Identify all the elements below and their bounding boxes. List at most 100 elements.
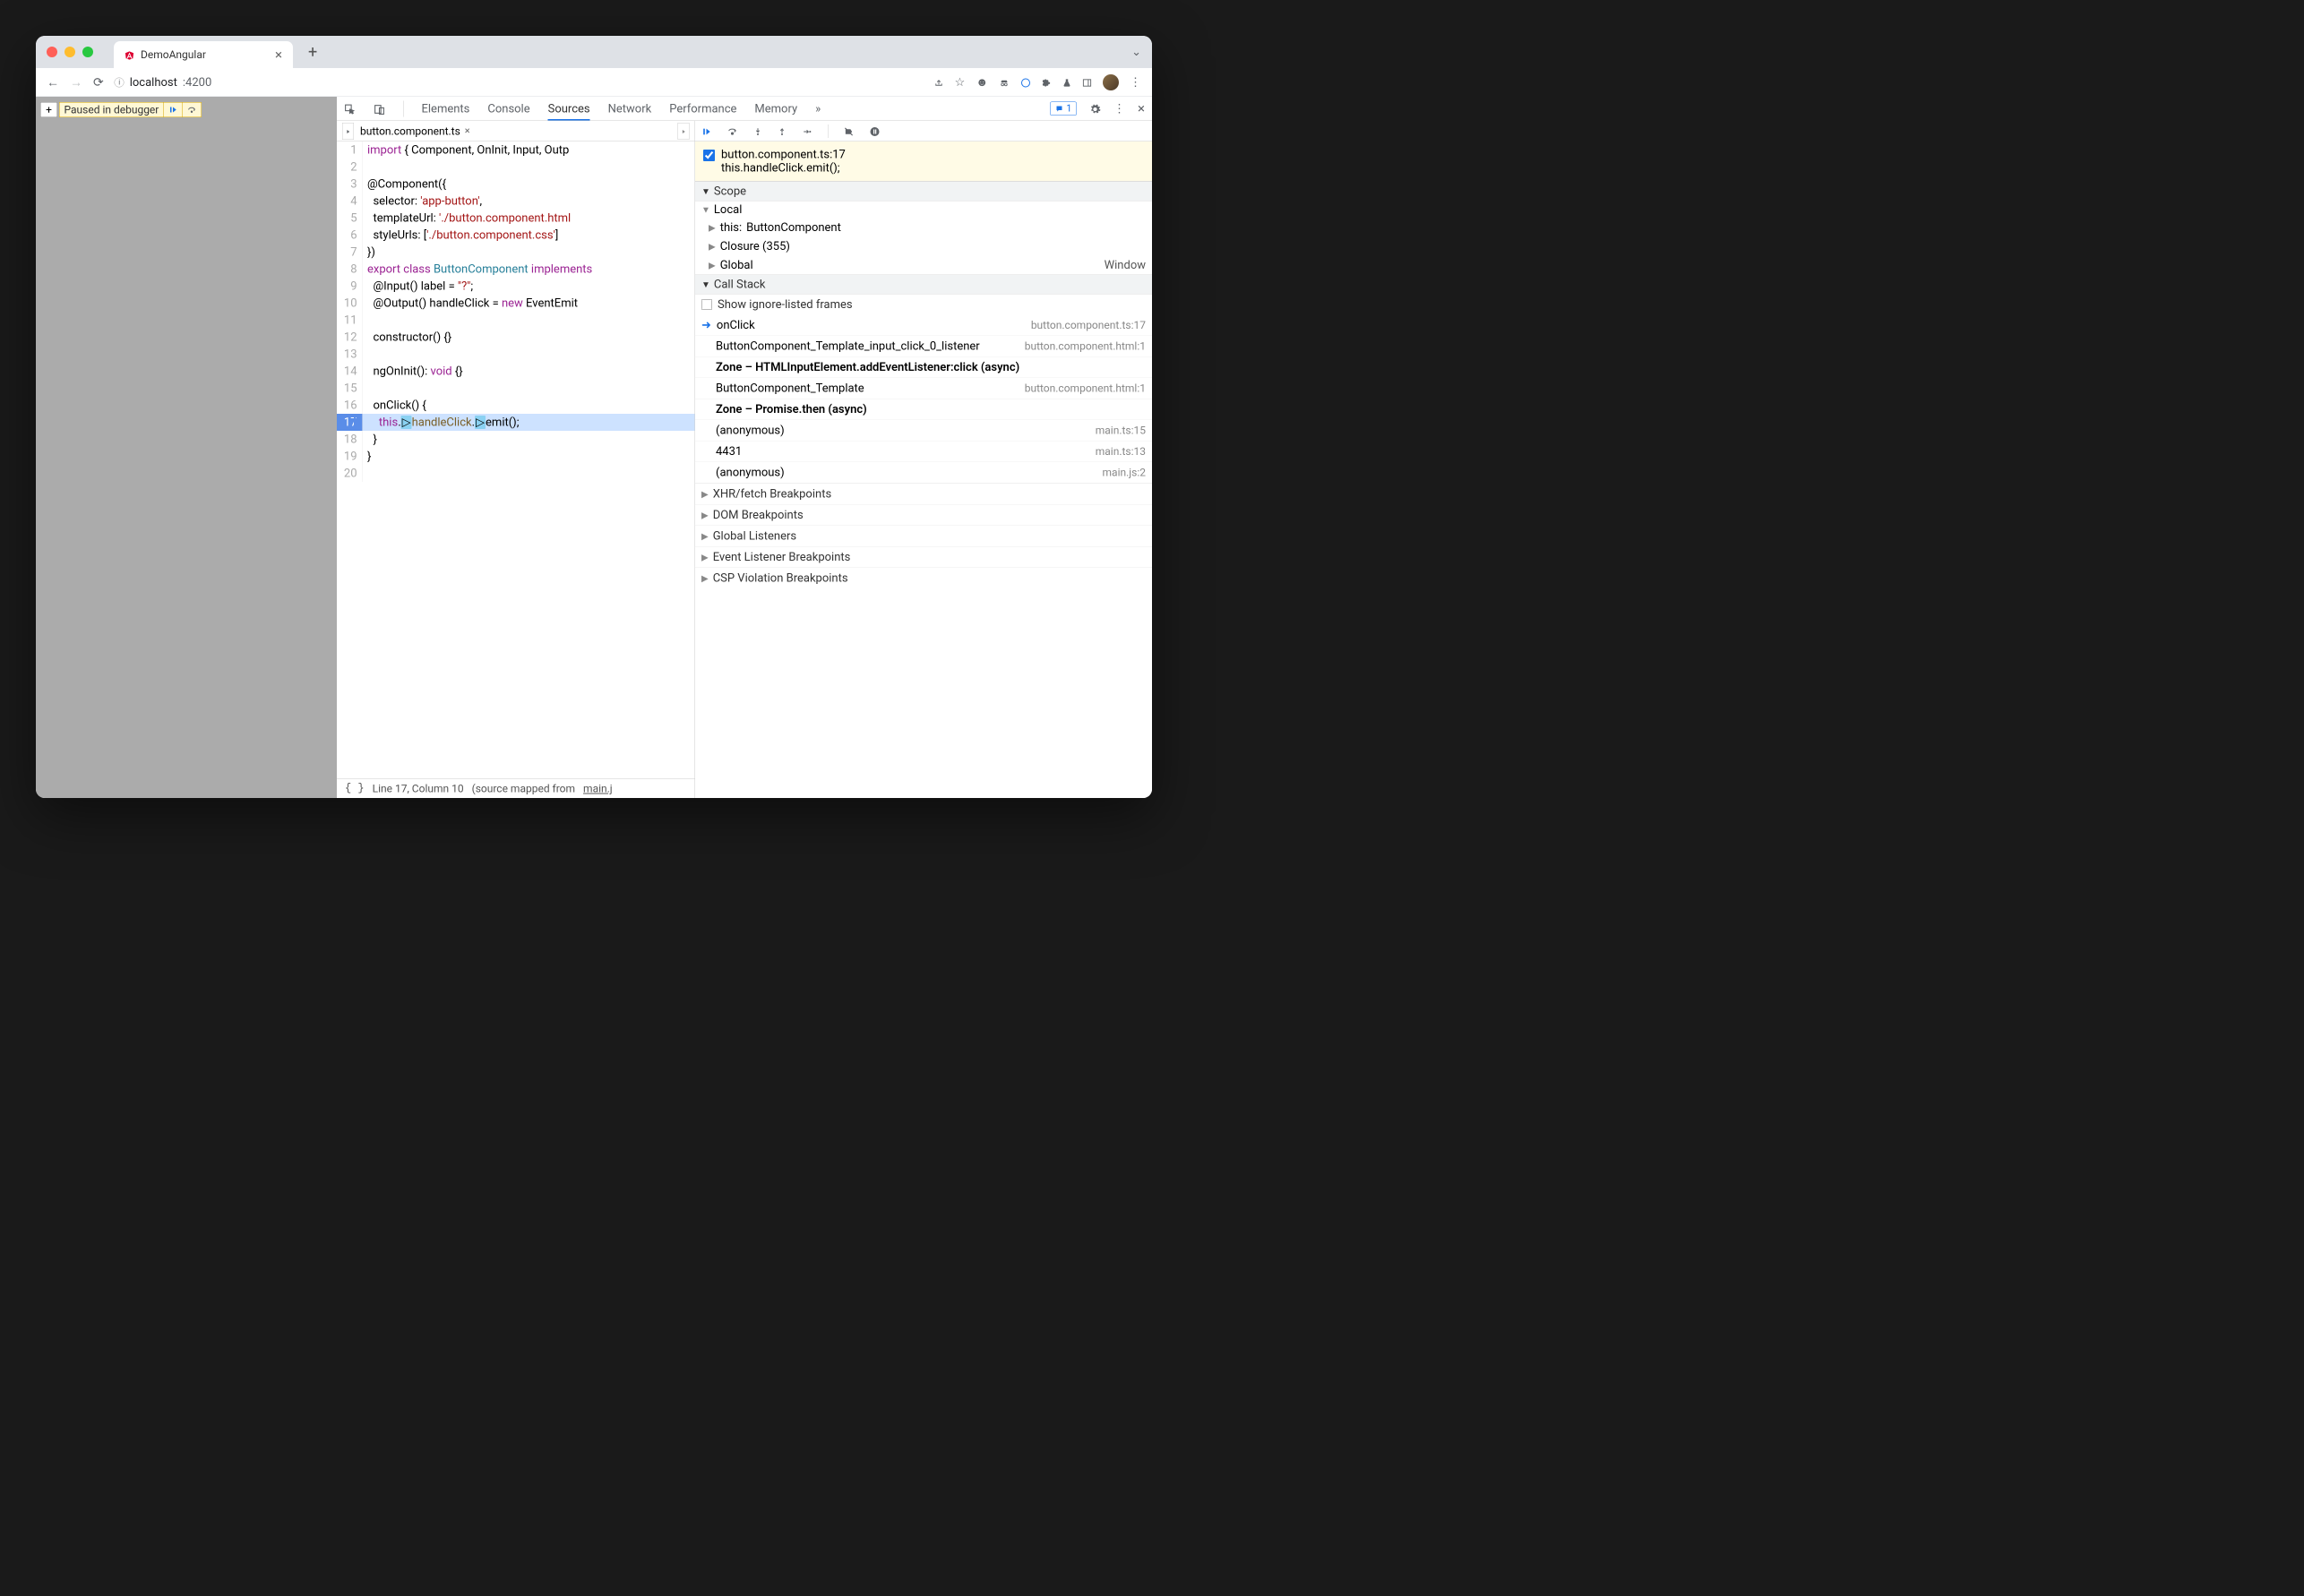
file-tab[interactable]: button.component.ts × [360, 124, 470, 137]
step-over-button[interactable] [182, 103, 202, 117]
code-line[interactable]: 15 [337, 380, 695, 397]
code-line[interactable]: 3@Component({ [337, 176, 695, 193]
breakpoint-checkbox[interactable] [703, 150, 715, 161]
chevron-down-icon[interactable]: ⌄ [1131, 46, 1141, 59]
close-window-button[interactable] [47, 47, 57, 57]
callstack-frame[interactable]: Zone – HTMLInputElement.addEventListener… [695, 357, 1152, 379]
code-line[interactable]: 16 onClick() { [337, 397, 695, 414]
code-line[interactable]: 10 @Output() handleClick = new EventEmit [337, 295, 695, 312]
code-line[interactable]: 18 } [337, 431, 695, 448]
code-line[interactable]: 4 selector: 'app-button', [337, 193, 695, 210]
code-line[interactable]: 2 [337, 159, 695, 176]
extensions-icon[interactable] [1042, 75, 1052, 89]
breakpoint-panel[interactable]: ▶Event Listener Breakpoints [695, 546, 1152, 568]
step-out-icon[interactable] [778, 124, 787, 138]
resume-button[interactable] [163, 103, 182, 117]
scope-closure[interactable]: ▶Closure (355) [695, 237, 1152, 256]
back-button[interactable]: ← [47, 75, 59, 90]
code-line[interactable]: 14 ngOnInit(): void {} [337, 363, 695, 380]
frame-name: ButtonComponent_Template [716, 382, 864, 395]
incognito-icon[interactable] [999, 75, 1010, 89]
close-file-icon[interactable]: × [465, 125, 470, 137]
callstack-frame[interactable]: 4431main.ts:13 [695, 442, 1152, 463]
scope-local[interactable]: ▼Local [695, 202, 1152, 219]
tab-sources[interactable]: Sources [548, 102, 590, 121]
scope-this[interactable]: ▶this: ButtonComponent [695, 219, 1152, 237]
expand-icon: ▶ [701, 573, 709, 584]
scope-header[interactable]: ▼Scope [695, 182, 1152, 202]
callstack-frame[interactable]: ButtonComponent_Templatebutton.component… [695, 378, 1152, 399]
settings-icon[interactable] [1089, 102, 1101, 116]
devtools-tabbar: Elements Console Sources Network Perform… [337, 97, 1152, 121]
callstack-header[interactable]: ▼Call Stack [695, 275, 1152, 295]
code-editor[interactable]: 1import { Component, OnInit, Input, Outp… [337, 142, 695, 778]
expand-icon: ▶ [701, 552, 709, 562]
extension-icon[interactable]: ☻ [976, 75, 988, 90]
profile-avatar[interactable] [1103, 74, 1119, 90]
callstack-frame[interactable]: ButtonComponent_Template_input_click_0_l… [695, 336, 1152, 357]
callstack-frame[interactable]: Zone – Promise.then (async) [695, 399, 1152, 421]
show-ignore-checkbox[interactable] [701, 299, 712, 310]
maximize-window-button[interactable] [82, 47, 93, 57]
reload-button[interactable]: ⟳ [93, 75, 104, 90]
issues-badge[interactable]: 1 [1050, 102, 1077, 116]
tab-performance[interactable]: Performance [669, 102, 736, 116]
code-line[interactable]: 7}) [337, 244, 695, 261]
code-line[interactable]: 13 [337, 346, 695, 363]
deactivate-breakpoints-icon[interactable] [844, 124, 855, 138]
breakpoint-panel[interactable]: ▶Global Listeners [695, 526, 1152, 547]
share-icon[interactable] [934, 75, 944, 89]
code-line[interactable]: 5 templateUrl: './button.component.html [337, 210, 695, 227]
breakpoint-panel[interactable]: ▶CSP Violation Breakpoints [695, 568, 1152, 589]
code-line[interactable]: 12 constructor() {} [337, 329, 695, 346]
more-tabs-right-icon[interactable] [678, 123, 690, 140]
code-line[interactable]: 17 this.▷handleClick.▷emit(); [337, 414, 695, 431]
close-tab-button[interactable]: × [275, 47, 282, 63]
step-over-icon[interactable] [726, 124, 738, 138]
device-toggle-icon[interactable] [374, 102, 385, 116]
code-line[interactable]: 11 [337, 312, 695, 329]
bookmark-star-icon[interactable]: ☆ [955, 75, 966, 89]
callstack-frame[interactable]: (anonymous)main.js:2 [695, 462, 1152, 484]
tab-network[interactable]: Network [608, 102, 652, 116]
step-into-icon[interactable] [753, 124, 762, 138]
browser-tab[interactable]: DemoAngular × [114, 41, 293, 68]
add-button[interactable]: + [40, 102, 57, 117]
menu-icon[interactable]: ⋮ [1130, 75, 1141, 89]
minimize-window-button[interactable] [64, 47, 75, 57]
close-devtools-icon[interactable]: × [1138, 101, 1145, 117]
code-line[interactable]: 6 styleUrls: ['./button.component.css'] [337, 227, 695, 244]
address-bar[interactable]: i localhost:4200 [115, 75, 212, 89]
code-line[interactable]: 9 @Input() label = "?"; [337, 278, 695, 295]
file-name: button.component.ts [360, 124, 460, 137]
show-ignore-listed[interactable]: Show ignore-listed frames [695, 295, 1152, 315]
inspect-icon[interactable] [344, 102, 356, 116]
panel-icon[interactable] [1082, 75, 1092, 89]
tab-elements[interactable]: Elements [422, 102, 470, 116]
code-line[interactable]: 19} [337, 448, 695, 465]
tab-memory[interactable]: Memory [754, 102, 797, 116]
browser-window: DemoAngular × + ⌄ ← → ⟳ i localhost:4200… [36, 36, 1152, 798]
devtools-badge-icon[interactable] [1020, 75, 1031, 89]
more-tabs-icon[interactable]: » [815, 102, 821, 116]
format-icon[interactable]: { } [345, 783, 365, 795]
scope-global[interactable]: ▶GlobalWindow [695, 256, 1152, 275]
code-line[interactable]: 1import { Component, OnInit, Input, Outp [337, 142, 695, 159]
labs-icon[interactable] [1062, 75, 1071, 89]
step-icon[interactable] [802, 124, 812, 138]
source-map-link[interactable]: main.j [583, 782, 613, 794]
breakpoint-panel[interactable]: ▶XHR/fetch Breakpoints [695, 484, 1152, 505]
callstack-frame[interactable]: ➜onClickbutton.component.ts:17 [695, 315, 1152, 337]
navigator-toggle-icon[interactable] [342, 123, 354, 140]
code-line[interactable]: 20 [337, 465, 695, 482]
callstack-frame[interactable]: (anonymous)main.ts:15 [695, 420, 1152, 442]
kebab-menu-icon[interactable]: ⋮ [1113, 102, 1125, 116]
code-line[interactable]: 8export class ButtonComponent implements [337, 261, 695, 278]
forward-button[interactable]: → [70, 75, 82, 90]
window-controls [47, 47, 93, 57]
resume-icon[interactable] [701, 124, 711, 138]
pause-exceptions-icon[interactable] [870, 124, 881, 138]
tab-console[interactable]: Console [487, 102, 529, 116]
breakpoint-panel[interactable]: ▶DOM Breakpoints [695, 504, 1152, 526]
new-tab-button[interactable]: + [308, 43, 317, 62]
